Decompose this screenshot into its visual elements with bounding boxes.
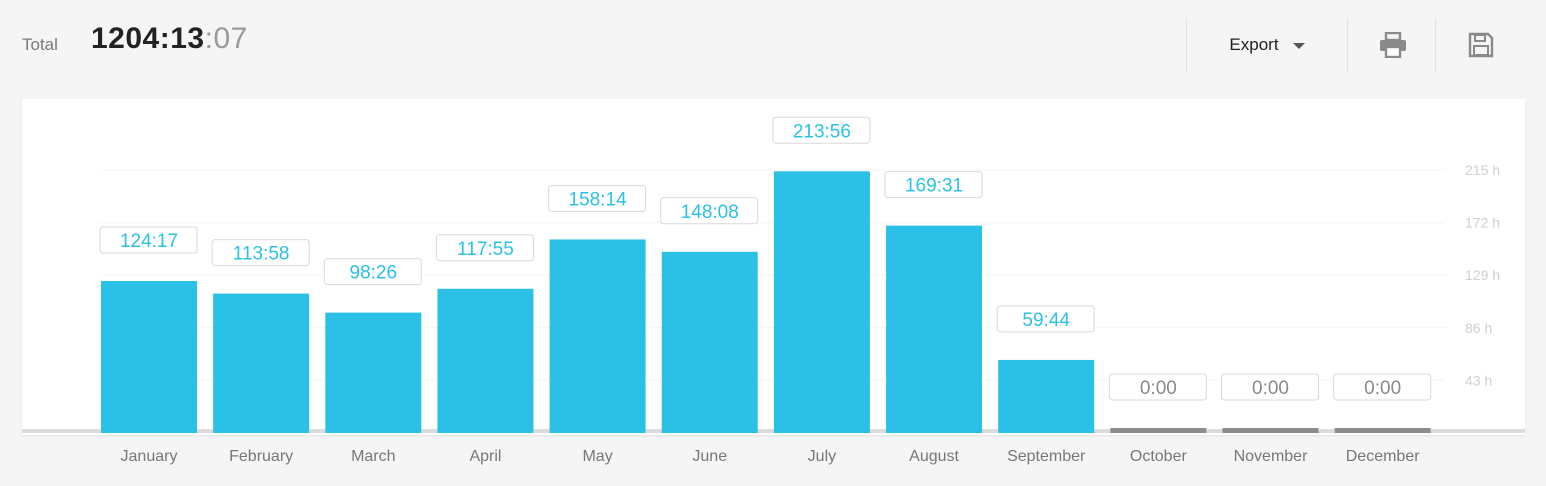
x-tick-label: August [909, 448, 959, 465]
data-label: 113:58 [233, 244, 290, 265]
y-tick-label: 172 h [1465, 215, 1500, 231]
data-label: 158:14 [569, 189, 628, 210]
x-tick-label: October [1130, 448, 1188, 465]
bar [101, 280, 197, 433]
data-label: 0:00 [1140, 378, 1177, 399]
x-tick-label: December [1346, 448, 1420, 465]
bar [1110, 428, 1207, 433]
bar [773, 171, 870, 433]
x-tick-label: January [121, 448, 178, 465]
data-label: 148:08 [681, 202, 739, 223]
data-label: 117:55 [457, 239, 514, 260]
bar [437, 288, 534, 433]
data-label: 0:00 [1252, 378, 1289, 399]
x-tick-label: November [1234, 448, 1308, 465]
y-tick-label: 215 h [1465, 162, 1500, 178]
bar [886, 225, 983, 433]
x-tick-label: May [582, 448, 612, 465]
bar [998, 359, 1095, 433]
bar [213, 293, 310, 433]
x-tick-label: March [351, 448, 395, 465]
y-tick-label: 129 h [1465, 267, 1500, 283]
x-tick-label: June [692, 448, 727, 465]
x-tick-label: February [229, 448, 293, 465]
data-label: 98:26 [350, 263, 398, 284]
bar [549, 239, 646, 433]
data-label: 0:00 [1364, 378, 1401, 399]
bar [661, 251, 758, 433]
y-tick-label: 86 h [1465, 320, 1492, 336]
data-label: 213:56 [793, 121, 851, 142]
x-tick-label: September [1007, 448, 1086, 465]
data-label: 169:31 [905, 176, 963, 197]
data-label: 124:17 [120, 231, 178, 252]
bar [1334, 428, 1431, 433]
data-label: 59:44 [1022, 310, 1070, 331]
bar [325, 312, 422, 433]
x-tick-label: April [469, 448, 501, 465]
bar-chart: 43 h 86 h 129 h 172 h 215 h 124:17 January 113:… [22, 116, 1525, 465]
bar [1222, 428, 1319, 433]
x-tick-label: July [808, 448, 836, 465]
y-tick-label: 43 h [1465, 372, 1492, 388]
